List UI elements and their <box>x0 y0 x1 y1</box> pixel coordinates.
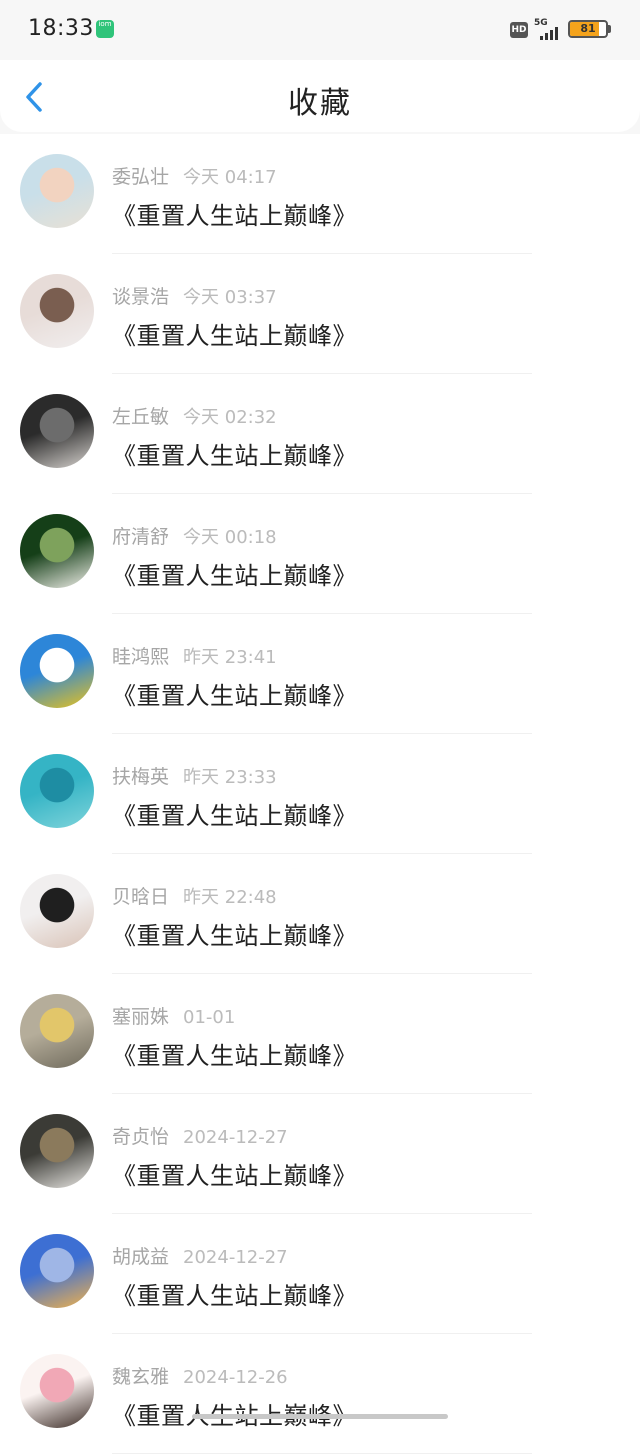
item-meta: 眭鸿熙 昨天 23:41 <box>112 642 277 668</box>
item-meta: 左丘敏 今天 02:32 <box>112 402 277 428</box>
user-name: 委弘壮 <box>112 166 170 188</box>
timestamp: 2024-12-26 <box>183 1367 288 1388</box>
avatar[interactable] <box>20 1234 94 1308</box>
item-meta: 奇贞怡 2024-12-27 <box>112 1122 288 1148</box>
timestamp: 今天 04:17 <box>183 167 277 188</box>
item-meta: 委弘壮 今天 04:17 <box>112 162 277 188</box>
book-title[interactable]: 《重置人生站上巅峰》 <box>112 436 357 471</box>
avatar[interactable] <box>20 514 94 588</box>
list-item[interactable]: 府清舒 今天 00:18 《重置人生站上巅峰》 <box>0 494 640 614</box>
timestamp: 01-01 <box>183 1007 236 1028</box>
list-item[interactable]: 塞丽姝 01-01 《重置人生站上巅峰》 <box>0 974 640 1094</box>
book-title[interactable]: 《重置人生站上巅峰》 <box>112 1036 357 1071</box>
book-title[interactable]: 《重置人生站上巅峰》 <box>112 796 357 831</box>
list-item[interactable]: 谈景浩 今天 03:37 《重置人生站上巅峰》 <box>0 254 640 374</box>
favorites-list: 委弘壮 今天 04:17 《重置人生站上巅峰》 谈景浩 今天 03:37 《重置人生站上巅… <box>0 134 640 1454</box>
signal-icon: 5G <box>534 18 562 40</box>
avatar[interactable] <box>20 874 94 948</box>
nav-bar: 收藏 <box>0 60 640 134</box>
page-title: 收藏 <box>288 86 352 121</box>
timestamp: 昨天 22:48 <box>183 887 277 908</box>
user-name: 塞丽姝 <box>112 1006 170 1028</box>
app-notification-icon: iom <box>96 20 114 38</box>
list-item[interactable]: 魏玄雅 2024-12-26 《重置人生站上巅峰》 <box>0 1334 640 1454</box>
avatar[interactable] <box>20 634 94 708</box>
avatar[interactable] <box>20 1354 94 1428</box>
avatar[interactable] <box>20 994 94 1068</box>
item-meta: 贝晗日 昨天 22:48 <box>112 882 277 908</box>
user-name: 魏玄雅 <box>112 1366 170 1388</box>
list-item[interactable]: 委弘壮 今天 04:17 《重置人生站上巅峰》 <box>0 134 640 254</box>
user-name: 贝晗日 <box>112 886 170 908</box>
book-title[interactable]: 《重置人生站上巅峰》 <box>112 1156 357 1191</box>
status-time: 18:33 <box>28 16 94 41</box>
timestamp: 昨天 23:33 <box>183 767 277 788</box>
user-name: 谈景浩 <box>112 286 170 308</box>
home-indicator[interactable] <box>192 1414 448 1419</box>
list-item[interactable]: 眭鸿熙 昨天 23:41 《重置人生站上巅峰》 <box>0 614 640 734</box>
book-title[interactable]: 《重置人生站上巅峰》 <box>112 556 357 591</box>
user-name: 左丘敏 <box>112 406 170 428</box>
list-item[interactable]: 扶梅英 昨天 23:33 《重置人生站上巅峰》 <box>0 734 640 854</box>
user-name: 奇贞怡 <box>112 1126 170 1148</box>
user-name: 扶梅英 <box>112 766 170 788</box>
timestamp: 2024-12-27 <box>183 1127 288 1148</box>
item-meta: 塞丽姝 01-01 <box>112 1002 235 1028</box>
list-item[interactable]: 左丘敏 今天 02:32 《重置人生站上巅峰》 <box>0 374 640 494</box>
item-meta: 胡成益 2024-12-27 <box>112 1242 288 1268</box>
avatar[interactable] <box>20 1114 94 1188</box>
avatar[interactable] <box>20 394 94 468</box>
book-title[interactable]: 《重置人生站上巅峰》 <box>112 916 357 951</box>
list-item[interactable]: 胡成益 2024-12-27 《重置人生站上巅峰》 <box>0 1214 640 1334</box>
avatar[interactable] <box>20 274 94 348</box>
status-bar: 18:33 iom HD 5G 81 <box>0 0 640 60</box>
book-title[interactable]: 《重置人生站上巅峰》 <box>112 196 357 231</box>
timestamp: 今天 03:37 <box>183 287 277 308</box>
user-name: 眭鸿熙 <box>112 646 170 668</box>
battery-level: 81 <box>580 22 596 35</box>
list-item[interactable]: 奇贞怡 2024-12-27 《重置人生站上巅峰》 <box>0 1094 640 1214</box>
item-meta: 府清舒 今天 00:18 <box>112 522 277 548</box>
timestamp: 今天 00:18 <box>183 527 277 548</box>
avatar[interactable] <box>20 154 94 228</box>
book-title[interactable]: 《重置人生站上巅峰》 <box>112 676 357 711</box>
user-name: 府清舒 <box>112 526 170 548</box>
timestamp: 今天 02:32 <box>183 407 277 428</box>
avatar[interactable] <box>20 754 94 828</box>
book-title[interactable]: 《重置人生站上巅峰》 <box>112 1276 357 1311</box>
user-name: 胡成益 <box>112 1246 170 1268</box>
book-title[interactable]: 《重置人生站上巅峰》 <box>112 316 357 351</box>
list-item[interactable]: 贝晗日 昨天 22:48 《重置人生站上巅峰》 <box>0 854 640 974</box>
timestamp: 2024-12-27 <box>183 1247 288 1268</box>
item-meta: 扶梅英 昨天 23:33 <box>112 762 277 788</box>
battery-icon: 81 <box>568 20 608 38</box>
item-meta: 魏玄雅 2024-12-26 <box>112 1362 288 1388</box>
timestamp: 昨天 23:41 <box>183 647 277 668</box>
item-meta: 谈景浩 今天 03:37 <box>112 282 277 308</box>
hd-icon: HD <box>510 22 528 38</box>
